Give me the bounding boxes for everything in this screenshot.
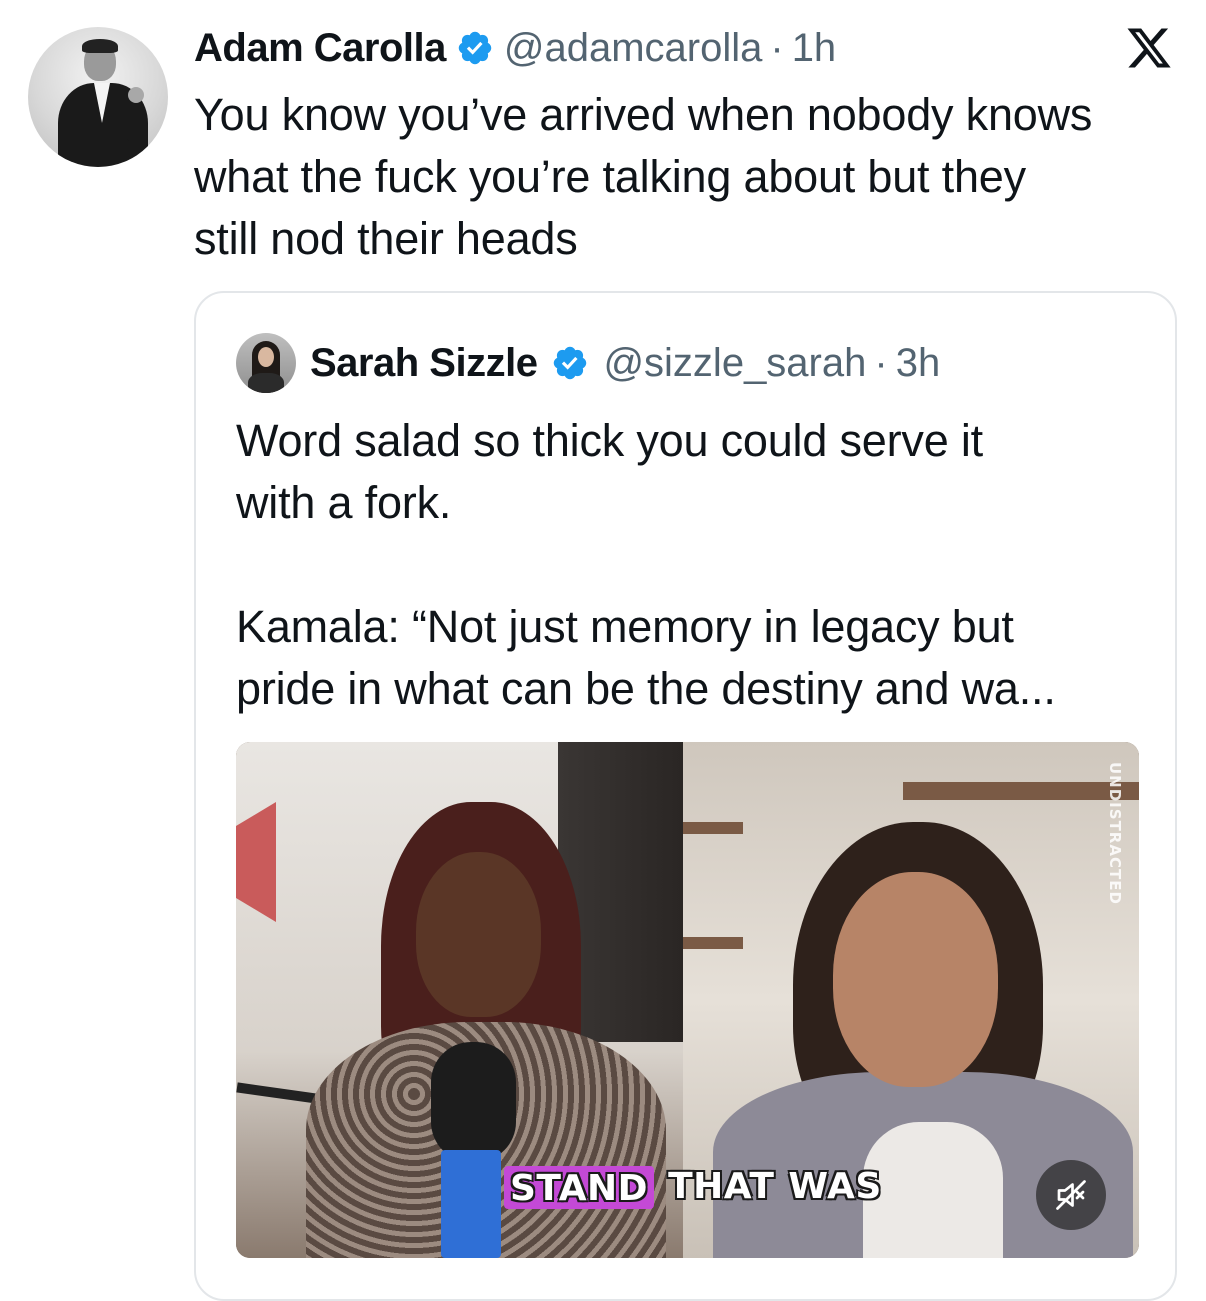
quoted-text-line: Kamala: “Not just memory in legacy but xyxy=(236,601,1014,652)
quoted-tweet-header: Sarah Sizzle @sizzle_sarah · 3h xyxy=(310,337,940,389)
tweet-time[interactable]: 1h xyxy=(792,26,837,71)
x-logo-icon xyxy=(1127,28,1171,68)
verified-badge-icon xyxy=(458,31,492,65)
quoted-tweet-text: Word salad so thick you could serve it w… xyxy=(236,410,1136,720)
verified-badge-icon xyxy=(554,346,587,380)
speaker-muted-icon xyxy=(1056,1180,1086,1210)
tweet-text-line: still nod their heads xyxy=(194,213,578,264)
tweet-text: You know you’ve arrived when nobody know… xyxy=(194,84,1184,270)
quoted-text-line: Word salad so thick you could serve it xyxy=(236,415,983,466)
video-watermark: UNDISTRACTED xyxy=(1106,762,1124,905)
mute-toggle-button[interactable] xyxy=(1036,1160,1106,1230)
quoted-author-handle[interactable]: @sizzle_sarah xyxy=(603,341,866,386)
caption-word: THAT xyxy=(668,1166,775,1207)
quoted-text-line: with a fork. xyxy=(236,477,452,528)
tweet-header: Adam Carolla @adamcarolla · 1h xyxy=(194,22,836,74)
caption-word-highlighted: STAND xyxy=(504,1166,655,1209)
author-handle[interactable]: @adamcarolla xyxy=(504,26,763,71)
quoted-author-avatar[interactable] xyxy=(236,333,296,393)
quoted-tweet-card[interactable]: Sarah Sizzle @sizzle_sarah · 3h Word sal… xyxy=(194,291,1177,1301)
quoted-author-name[interactable]: Sarah Sizzle xyxy=(310,341,538,386)
quoted-tweet-time[interactable]: 3h xyxy=(896,341,941,386)
author-name[interactable]: Adam Carolla xyxy=(194,26,446,71)
quoted-text-line: pride in what can be the destiny and wa.… xyxy=(236,663,1056,714)
tweet-text-line: You know you’ve arrived when nobody know… xyxy=(194,89,1093,140)
separator-dot: · xyxy=(874,340,888,385)
author-avatar[interactable] xyxy=(28,27,168,167)
separator-dot: · xyxy=(770,25,784,70)
video-player[interactable]: UNDISTRACTED STAND THAT WAS xyxy=(236,742,1139,1258)
caption-word: WAS xyxy=(788,1166,882,1207)
video-caption: STAND THAT WAS xyxy=(504,1166,882,1209)
tweet-text-line: what the fuck you’re talking about but t… xyxy=(194,151,1026,202)
